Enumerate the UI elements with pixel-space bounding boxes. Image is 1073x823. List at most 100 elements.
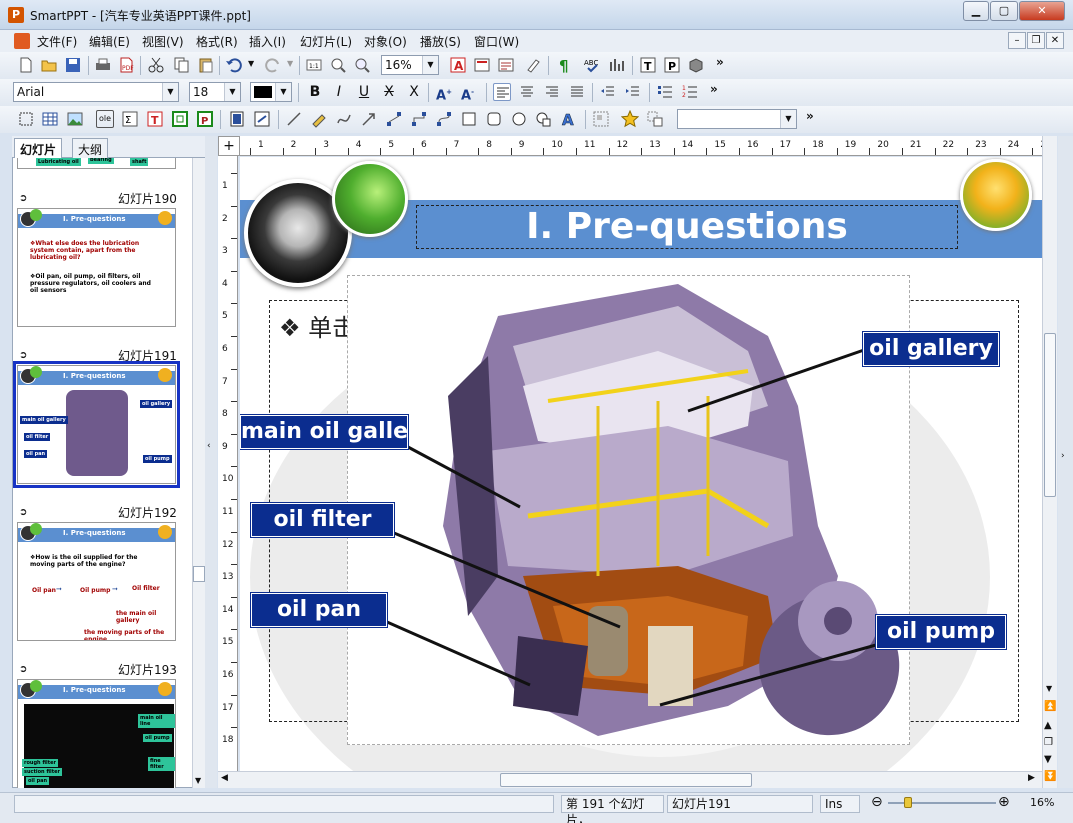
chevron-down-icon[interactable]: ▼ [422,56,438,74]
align-left-icon[interactable] [493,83,511,101]
spellcheck-icon[interactable]: ABC [583,56,601,74]
zoom-fit-icon[interactable] [329,56,347,74]
vscroll-thumb[interactable] [1044,333,1056,497]
actual-size-icon[interactable]: 1:1 [305,56,323,74]
table-icon[interactable] [41,110,59,128]
slide-canvas[interactable]: I. Pre-questions ❖ 单击 oil gallery main o… [240,157,1042,771]
next-slide-icon[interactable]: ▼ [1044,754,1052,765]
arrow-tool-icon[interactable] [360,110,378,128]
textbox-icon[interactable]: T [146,110,164,128]
select-slide-icon[interactable] [17,110,35,128]
autoshape-tool-icon[interactable] [535,110,553,128]
cut-icon[interactable] [147,56,165,74]
undo-dropdown-icon[interactable]: ▼ [248,59,254,68]
paste-icon[interactable] [197,56,215,74]
callout-oil-filter[interactable]: oil filter [250,502,395,538]
menu-object[interactable]: 对象(O) [364,33,407,50]
italic-icon[interactable]: I [330,83,348,101]
pane-splitter[interactable]: ‹ [205,136,217,788]
menu-edit[interactable]: 编辑(E) [89,33,130,50]
shrink-font-icon[interactable]: A- [461,83,479,103]
style-combo[interactable]: ▼ [677,109,797,129]
bold-icon[interactable]: B [306,83,324,101]
ungroup-icon[interactable] [646,110,664,128]
open-icon[interactable] [40,56,58,74]
overflow-chevron-icon[interactable]: » [710,82,718,96]
placeholder-icon[interactable]: P [196,110,214,128]
menu-insert[interactable]: 插入(I) [249,33,286,50]
text-color-icon[interactable]: A [449,56,467,74]
horizontal-ruler[interactable]: 1234567891011121314151617181920212223242 [240,136,1046,156]
slide-browse-icon[interactable]: ❐ [1044,737,1053,748]
prev-slide-icon[interactable]: ▲ [1044,720,1052,731]
word-count-icon[interactable] [608,56,626,74]
menu-view[interactable]: 视图(V) [142,33,184,50]
menu-play[interactable]: 播放(S) [420,33,461,50]
doc-restore-button[interactable]: ❐ [1027,32,1045,49]
callout-oil-pan[interactable]: oil pan [250,592,388,628]
save-icon[interactable] [64,56,82,74]
redo-icon[interactable] [264,56,282,74]
curve-tool-icon[interactable] [335,110,353,128]
chevron-down-icon[interactable]: ▼ [275,83,291,101]
underline-icon[interactable]: U [355,83,373,101]
scroll-right-icon[interactable]: ▶ [1028,773,1035,783]
chevron-down-icon[interactable]: ▼ [224,83,240,101]
slide-transition-icon[interactable] [253,110,271,128]
increase-indent-icon[interactable] [624,83,642,101]
overflow-chevron-icon[interactable]: » [806,109,814,123]
font-color-combo[interactable]: ▼ [250,82,292,102]
print-icon[interactable] [94,56,112,74]
tab-outline[interactable]: 大纲 [72,138,109,158]
minimize-button[interactable]: ▁ [963,1,989,21]
title-placeholder[interactable]: I. Pre-questions [416,205,958,249]
slide-layout-icon[interactable] [497,56,515,74]
rectangle-tool-icon[interactable] [460,110,478,128]
group-icon[interactable] [592,110,610,128]
freehand-tool-icon[interactable] [310,110,328,128]
maximize-button[interactable]: ▢ [990,1,1018,21]
slide-thumb-193[interactable]: I. Pre-questions main oil line oil pump … [17,679,176,788]
redo-dropdown-icon[interactable]: ▼ [287,59,293,68]
justify-icon[interactable] [568,83,586,101]
vertical-ruler[interactable]: 1 2 3 4 5 6 7 8 9 10 11 12 13 14 15 16 17 18 [218,156,238,771]
callout-oil-pump[interactable]: oil pump [875,614,1007,650]
panel-scroll-thumb[interactable] [193,566,205,582]
right-splitter[interactable]: › [1058,136,1073,788]
engine-image-frame[interactable] [347,275,910,745]
zoom-in-icon[interactable]: ⊕ [998,794,1010,810]
format-painter-icon[interactable] [524,56,542,74]
connector-tool-icon[interactable] [385,110,403,128]
next-slide-last-icon[interactable]: ⏬ [1044,771,1056,782]
canvas-vscrollbar[interactable]: ▼ ⏫ ▲ ❐ ▼ ⏬ [1042,136,1057,788]
zoom-out-icon[interactable]: ⊖ [871,794,883,810]
rounded-rect-tool-icon[interactable] [485,110,503,128]
canvas-hscrollbar[interactable]: ◀ ▶ [218,771,1042,788]
zoom-combo[interactable]: 16% ▼ [381,55,439,75]
wordart-icon[interactable]: A [560,110,578,130]
doc-minimize-button[interactable]: – [1008,32,1026,49]
slide-thumb-191[interactable]: I. Pre-questions oil gallery main oil ga… [13,361,180,488]
tab-slides[interactable]: 幻灯片 [14,138,63,158]
pdf-icon[interactable]: PDF [117,56,135,74]
equation-icon[interactable]: Σ [121,110,139,128]
ellipse-tool-icon[interactable] [510,110,528,128]
doc-close-button[interactable]: ✕ [1046,32,1064,49]
bullet-list-icon[interactable] [656,83,674,101]
curved-connector-icon[interactable] [435,110,453,128]
picture-icon[interactable] [66,110,84,128]
callout-main-oil-gallery[interactable]: main oil gallery [240,414,433,450]
scroll-down-icon[interactable]: ▼ [1046,684,1052,693]
align-right-icon[interactable] [543,83,561,101]
collapse-left-icon[interactable]: ‹ [207,441,211,451]
panel-scrollbar[interactable]: ▼ [192,158,205,788]
star-icon[interactable] [620,109,640,128]
overflow-chevron-icon[interactable]: » [716,55,724,69]
ole-object-icon[interactable]: ole [96,110,114,128]
frame-icon[interactable] [171,110,189,128]
decrease-indent-icon[interactable] [599,83,617,101]
copy-icon[interactable] [172,56,190,74]
object-properties-icon[interactable]: T [639,56,657,74]
prev-slide-first-icon[interactable]: ⏫ [1044,701,1056,712]
font-size-combo[interactable]: 18 ▼ [189,82,241,102]
